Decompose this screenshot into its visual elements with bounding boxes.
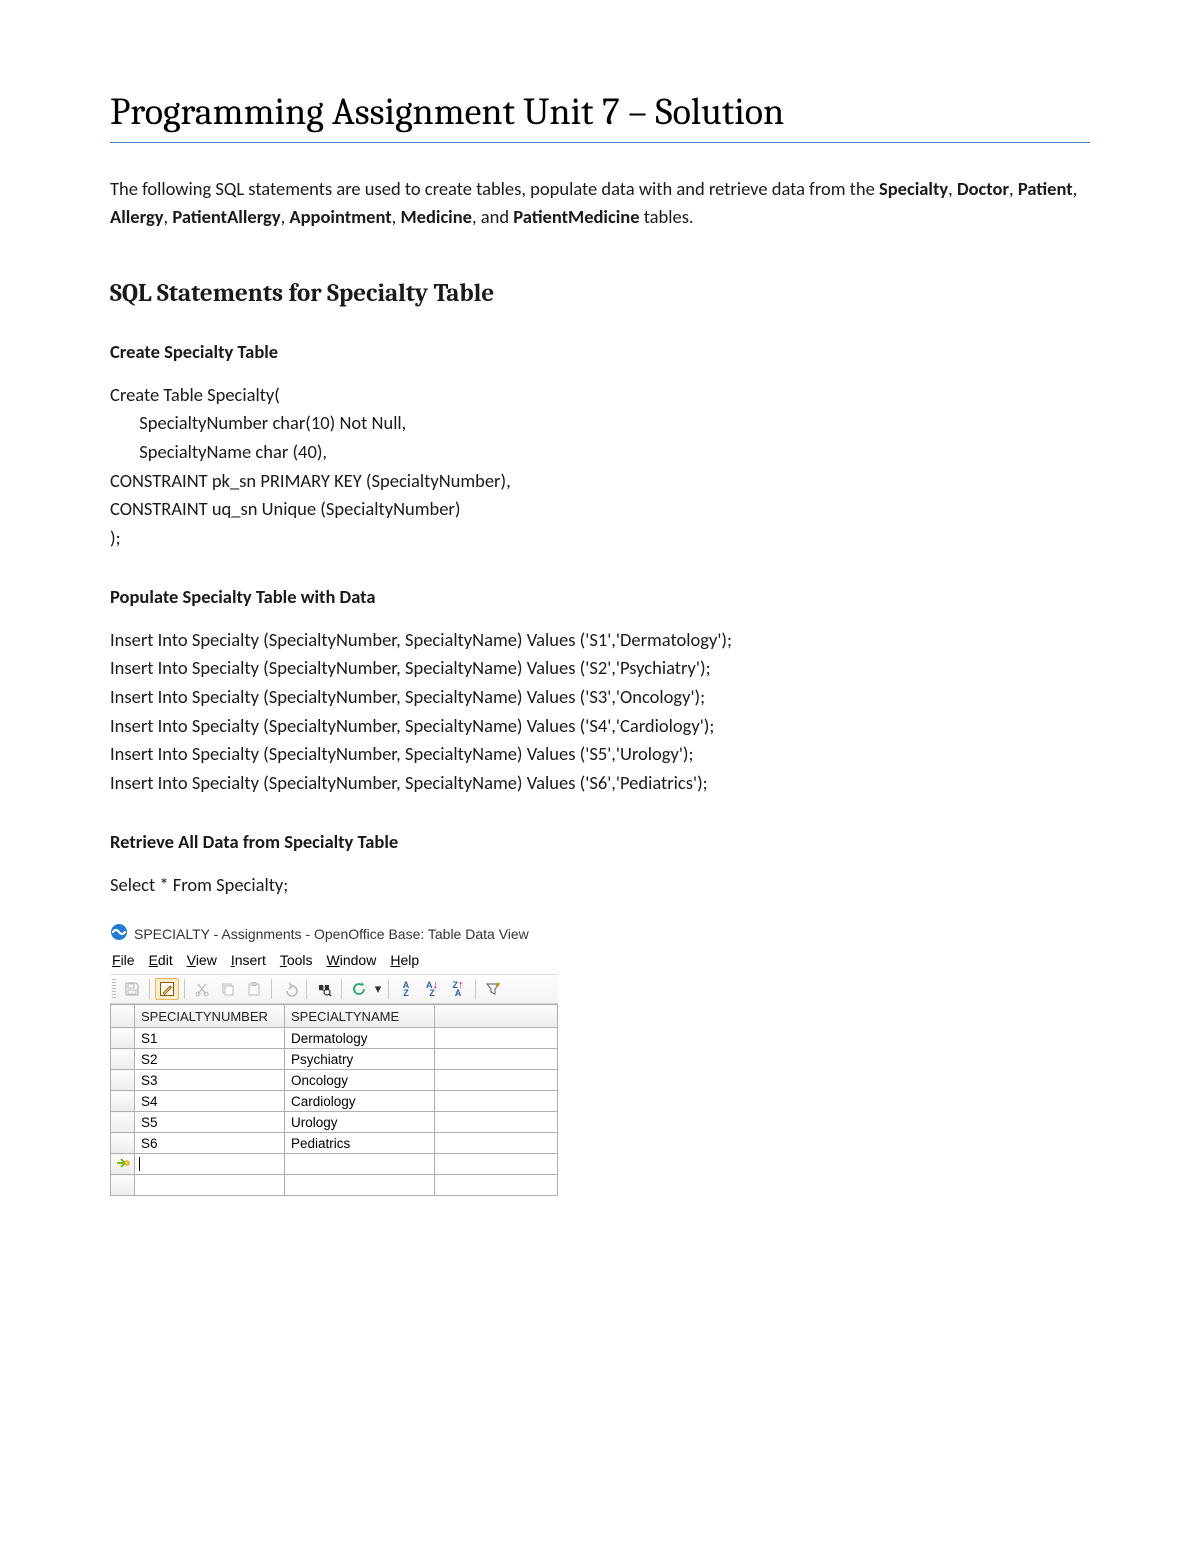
cell-specialtynumber[interactable]: S2 — [135, 1049, 285, 1070]
edit-data-icon[interactable] — [155, 978, 179, 1000]
subheading-retrieve: Retrieve All Data from Specialty Table — [110, 830, 1090, 853]
refresh-dropdown-icon[interactable]: ▾ — [373, 978, 383, 1000]
table-row[interactable]: S4Cardiology — [111, 1091, 558, 1112]
cell-specialtynumber[interactable]: S4 — [135, 1091, 285, 1112]
sort-asc-icon[interactable]: AZ — [394, 978, 418, 1000]
paste-icon — [242, 978, 266, 1000]
column-header-specialtyname[interactable]: SPECIALTYNAME — [285, 1005, 435, 1028]
cell-specialtyname[interactable]: Psychiatry — [285, 1049, 435, 1070]
create-sql-block: Create Table Specialty( SpecialtyNumber … — [110, 381, 1090, 553]
column-header-specialtynumber[interactable]: SPECIALTYNUMBER — [135, 1005, 285, 1028]
populate-sql-block: Insert Into Specialty (SpecialtyNumber, … — [110, 626, 1090, 798]
cell-specialtynumber[interactable]: S5 — [135, 1112, 285, 1133]
window-titlebar: SPECIALTY - Assignments - OpenOffice Bas… — [110, 921, 558, 950]
cell-specialtynumber[interactable]: S6 — [135, 1133, 285, 1154]
subheading-create: Create Specialty Table — [110, 340, 1090, 363]
table-name: Specialty — [879, 177, 948, 200]
table-name: Appointment — [289, 205, 391, 228]
menu-insert[interactable]: Insert — [231, 952, 266, 968]
data-grid: SPECIALTYNUMBER SPECIALTYNAME S1Dermatol… — [110, 1004, 558, 1196]
cell-specialtynumber[interactable]: S3 — [135, 1070, 285, 1091]
row-selector[interactable] — [111, 1070, 135, 1091]
row-selector[interactable] — [111, 1028, 135, 1049]
cell-empty[interactable] — [435, 1112, 558, 1133]
window-title: SPECIALTY - Assignments - OpenOffice Bas… — [134, 926, 529, 942]
copy-icon — [216, 978, 240, 1000]
cell-specialtyname[interactable]: Pediatrics — [285, 1133, 435, 1154]
row-selector[interactable] — [111, 1133, 135, 1154]
row-selector[interactable] — [111, 1091, 135, 1112]
cell-specialtyname[interactable]: Oncology — [285, 1070, 435, 1091]
menu-tools[interactable]: Tools — [280, 952, 313, 968]
row-selector — [111, 1175, 135, 1196]
app-icon — [110, 923, 128, 944]
table-row[interactable]: S5Urology — [111, 1112, 558, 1133]
table-name: Allergy — [110, 205, 164, 228]
menu-file[interactable]: File — [112, 952, 135, 968]
intro-and: , and — [472, 205, 513, 228]
table-name: Patient — [1018, 177, 1073, 200]
section-heading: SQL Statements for Specialty Table — [110, 279, 1090, 308]
toolbar: ▾ AZ A↓Z Z↑A — [110, 974, 558, 1004]
table-name: PatientAllergy — [172, 205, 280, 228]
cell-empty — [285, 1175, 435, 1196]
table-row[interactable]: S1Dermatology — [111, 1028, 558, 1049]
cell-specialtyname[interactable] — [285, 1154, 435, 1175]
cell-specialtyname[interactable]: Urology — [285, 1112, 435, 1133]
cell-empty — [435, 1175, 558, 1196]
autofilter-icon[interactable] — [481, 978, 505, 1000]
retrieve-sql-block: Select * From Specialty; — [110, 871, 1090, 900]
menubar: File Edit View Insert Tools Window Help — [110, 950, 558, 974]
menu-view[interactable]: View — [187, 952, 217, 968]
intro-post: tables. — [640, 205, 694, 228]
table-name: Medicine — [400, 205, 471, 228]
cell-empty[interactable] — [435, 1028, 558, 1049]
cell-specialtynumber[interactable]: S1 — [135, 1028, 285, 1049]
row-selector[interactable] — [111, 1112, 135, 1133]
table-row — [111, 1175, 558, 1196]
cell-empty — [135, 1175, 285, 1196]
menu-help[interactable]: Help — [390, 952, 419, 968]
sort-desc-icon[interactable]: Z↑A — [446, 978, 470, 1000]
undo-icon — [277, 978, 301, 1000]
cell-empty[interactable] — [435, 1154, 558, 1175]
save-icon — [120, 978, 144, 1000]
cell-empty[interactable] — [435, 1133, 558, 1154]
sort-asc-arrow-icon[interactable]: A↓Z — [420, 978, 444, 1000]
table-name: Doctor — [957, 177, 1009, 200]
cell-empty[interactable] — [435, 1049, 558, 1070]
find-icon[interactable] — [312, 978, 336, 1000]
cell-specialtyname[interactable]: Dermatology — [285, 1028, 435, 1049]
table-row[interactable]: S2Psychiatry — [111, 1049, 558, 1070]
openoffice-window: SPECIALTY - Assignments - OpenOffice Bas… — [110, 921, 558, 1196]
cut-icon — [190, 978, 214, 1000]
corner-cell[interactable] — [111, 1005, 135, 1028]
subheading-populate: Populate Specialty Table with Data — [110, 585, 1090, 608]
refresh-icon[interactable] — [347, 978, 371, 1000]
page-title: Programming Assignment Unit 7 – Solution — [110, 90, 1090, 143]
cell-specialtyname[interactable]: Cardiology — [285, 1091, 435, 1112]
new-record-row[interactable] — [111, 1154, 558, 1175]
new-record-icon — [115, 1156, 131, 1170]
intro-pre: The following SQL statements are used to… — [110, 177, 879, 200]
column-header-empty — [435, 1005, 558, 1028]
cell-empty[interactable] — [435, 1091, 558, 1112]
table-row[interactable]: S3Oncology — [111, 1070, 558, 1091]
menu-edit[interactable]: Edit — [149, 952, 173, 968]
row-selector[interactable] — [111, 1049, 135, 1070]
menu-window[interactable]: Window — [327, 952, 377, 968]
table-name: PatientMedicine — [513, 205, 639, 228]
new-record-marker[interactable] — [111, 1154, 135, 1175]
intro-paragraph: The following SQL statements are used to… — [110, 175, 1090, 231]
table-row[interactable]: S6Pediatrics — [111, 1133, 558, 1154]
cell-specialtynumber[interactable] — [135, 1154, 285, 1175]
cell-empty[interactable] — [435, 1070, 558, 1091]
